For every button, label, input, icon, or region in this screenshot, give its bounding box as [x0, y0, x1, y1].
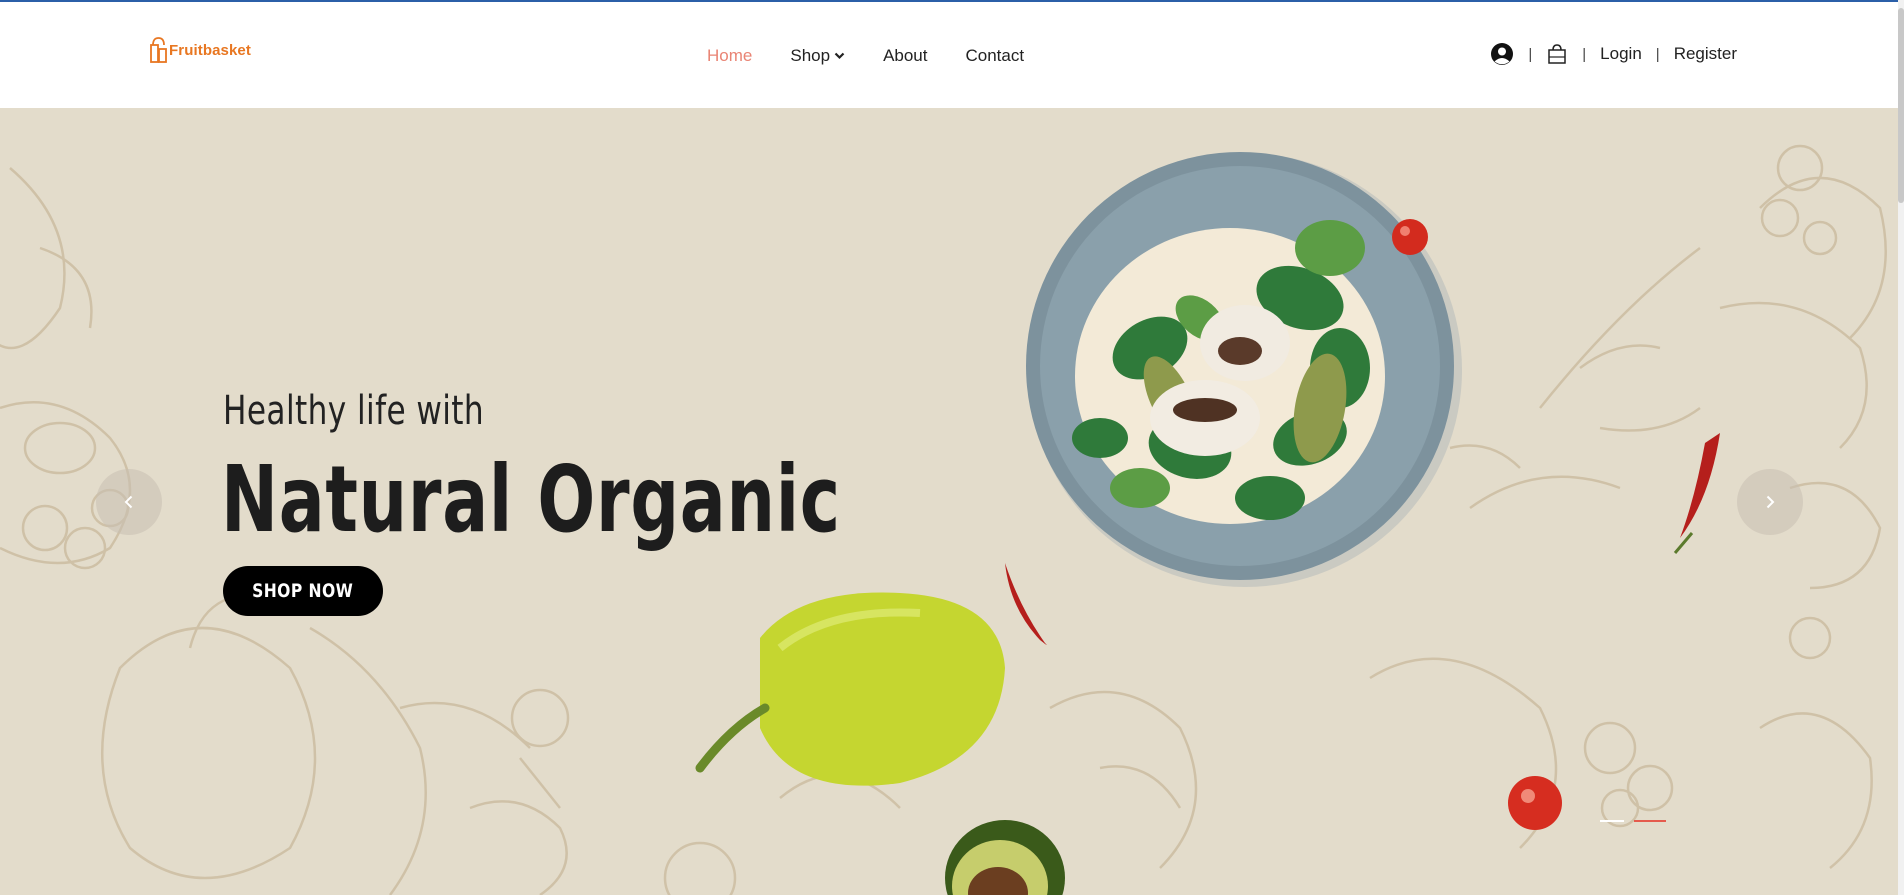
account-nav: | | Login | Register	[1490, 42, 1737, 66]
separator: |	[1582, 45, 1587, 63]
hero-subtitle: Healthy life with	[223, 388, 485, 434]
hero-slider: Healthy life with Natural Organic SHOP N…	[0, 108, 1904, 895]
shop-now-button[interactable]: SHOP NOW	[223, 566, 383, 616]
nav-contact[interactable]: Contact	[966, 46, 1025, 66]
shop-now-label: SHOP NOW	[252, 580, 354, 602]
page-scrollbar[interactable]	[1898, 0, 1904, 895]
separator: |	[1528, 45, 1533, 63]
hero-title: Natural Organic	[221, 446, 841, 553]
slider-dot[interactable]	[1600, 820, 1624, 822]
main-menu: Home Shop About Contact	[707, 46, 1024, 66]
chevron-right-icon	[1766, 495, 1775, 509]
slider-next-button[interactable]	[1737, 469, 1803, 535]
navbar: Fruitbasket Home Shop About Contact | | …	[0, 2, 1904, 108]
login-link[interactable]: Login	[1600, 44, 1642, 64]
slider-pagination	[1600, 820, 1666, 822]
user-circle-icon[interactable]	[1490, 42, 1514, 66]
scrollbar-thumb[interactable]	[1898, 8, 1904, 203]
slider-prev-button[interactable]	[96, 469, 162, 535]
nav-contact-label: Contact	[965, 46, 1025, 65]
separator: |	[1655, 45, 1660, 63]
nav-about-label: About	[883, 46, 928, 65]
register-link[interactable]: Register	[1674, 44, 1737, 64]
nav-about[interactable]: About	[883, 46, 927, 66]
brand-name: Fruitbasket	[169, 41, 251, 59]
nav-home-label: Home	[707, 46, 753, 65]
nav-home[interactable]: Home	[707, 46, 752, 66]
basket-logo-icon	[150, 37, 167, 63]
nav-shop[interactable]: Shop	[790, 46, 845, 66]
shopping-bag-icon[interactable]	[1546, 43, 1568, 65]
slider-dot-active[interactable]	[1634, 820, 1666, 822]
chevron-left-icon	[124, 495, 133, 509]
brand-logo[interactable]: Fruitbasket	[150, 36, 251, 64]
chevron-down-icon	[834, 52, 845, 60]
nav-shop-label: Shop	[790, 46, 831, 65]
